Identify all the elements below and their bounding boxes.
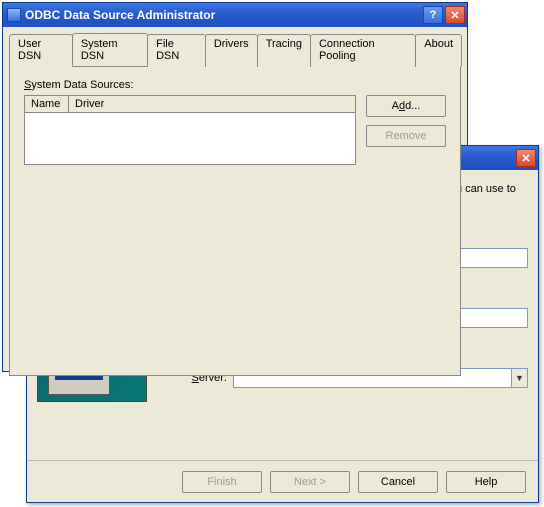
cancel-button[interactable]: Cancel [358, 471, 438, 493]
chevron-down-icon[interactable]: ▼ [511, 369, 527, 387]
wizard-footer: Finish Next > Cancel Help [27, 460, 538, 502]
tab-system-dsn[interactable]: System DSN [72, 33, 148, 66]
tab-user-dsn[interactable]: User DSN [9, 34, 73, 67]
system-data-sources-table[interactable]: Name Driver [24, 95, 356, 165]
tab-drivers[interactable]: Drivers [205, 34, 258, 67]
col-driver[interactable]: Driver [69, 96, 355, 112]
admin-title: ODBC Data Source Administrator [25, 8, 421, 22]
wizard-close-button[interactable]: ✕ [516, 149, 536, 167]
next-button: Next > [270, 471, 350, 493]
help-button[interactable]: Help [446, 471, 526, 493]
tab-tracing[interactable]: Tracing [257, 34, 311, 67]
remove-button: Remove [366, 125, 446, 147]
close-titlebar-button[interactable]: ✕ [445, 6, 465, 24]
add-button[interactable]: Add... [366, 95, 446, 117]
odbc-admin-window: ODBC Data Source Administrator ? ✕ User … [2, 2, 468, 372]
table-header: Name Driver [25, 96, 355, 113]
tab-file-dsn[interactable]: File DSN [147, 34, 206, 67]
tab-connection-pooling[interactable]: Connection Pooling [310, 34, 416, 67]
admin-titlebar: ODBC Data Source Administrator ? ✕ [3, 3, 467, 27]
admin-tabstrip: User DSN System DSN File DSN Drivers Tra… [9, 34, 461, 67]
odbc-app-icon [7, 8, 21, 22]
help-titlebar-button[interactable]: ? [423, 6, 443, 24]
col-name[interactable]: Name [25, 96, 69, 112]
system-data-sources-label: System Data Sources: [24, 79, 446, 91]
tab-panel-system-dsn: System Data Sources: Name Driver Add... … [9, 66, 461, 376]
admin-body: User DSN System DSN File DSN Drivers Tra… [3, 27, 467, 382]
finish-button: Finish [182, 471, 262, 493]
tab-about[interactable]: About [415, 34, 462, 67]
